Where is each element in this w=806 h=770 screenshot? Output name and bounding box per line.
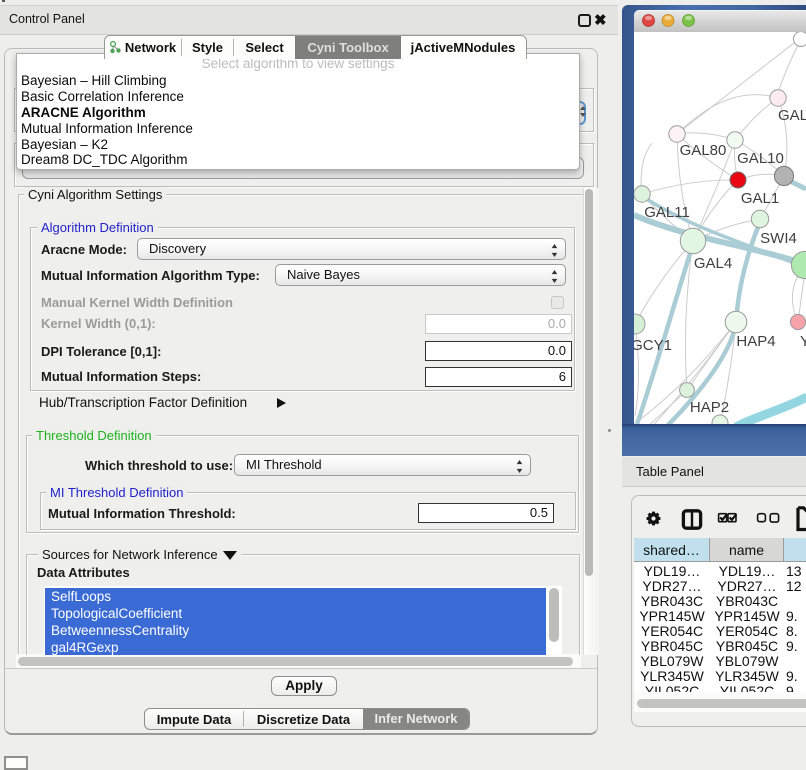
svg-text:GAL11: GAL11 [644,204,690,221]
svg-text:GCY1: GCY1 [634,337,672,354]
svg-text:GAL4: GAL4 [694,255,732,272]
svg-text:HAP4: HAP4 [736,333,775,350]
svg-text:GAL1: GAL1 [741,190,779,207]
svg-text:HAP2: HAP2 [690,399,729,416]
svg-text:Y: Y [800,333,806,350]
svg-text:GAL80: GAL80 [680,142,727,159]
svg-text:GAL7: GAL7 [778,107,806,124]
svg-text:GAL10: GAL10 [737,150,784,167]
svg-text:SWI4: SWI4 [760,230,797,247]
